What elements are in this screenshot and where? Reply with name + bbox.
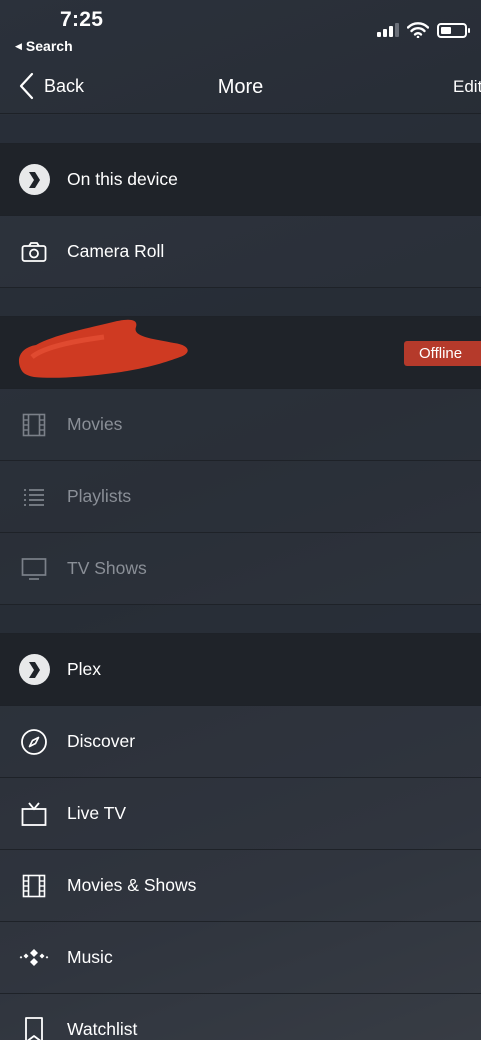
list-item-label: Discover	[67, 731, 136, 751]
list-icon	[17, 480, 51, 514]
navigation-bar: Back More Edit	[0, 62, 481, 114]
section-header-plex[interactable]: Plex	[0, 634, 481, 706]
redacted-server-name	[18, 319, 188, 378]
bookmark-icon	[17, 1013, 51, 1040]
section-spacer	[0, 605, 481, 634]
list-item-playlists[interactable]: Playlists	[0, 461, 481, 533]
list-item-camera-roll[interactable]: Camera Roll	[0, 216, 481, 288]
back-to-app-label: Search	[25, 38, 73, 54]
list-item-movies[interactable]: Movies	[0, 389, 481, 461]
status-time: 7:25	[60, 8, 104, 31]
list-item-movies-shows[interactable]: Movies & Shows	[0, 850, 481, 922]
list-item-label: Live TV	[67, 803, 127, 823]
list-item-discover[interactable]: Discover	[0, 706, 481, 778]
back-triangle-icon: ◀	[15, 40, 22, 51]
cellular-signal-icon	[377, 23, 399, 37]
battery-icon	[437, 22, 470, 38]
section-header-server[interactable]: Offline	[0, 317, 481, 389]
list-item-label: Watchlist	[67, 1019, 138, 1039]
tv-icon	[17, 797, 51, 831]
film-icon	[17, 408, 51, 442]
list-item-label: Camera Roll	[67, 241, 165, 261]
offline-status-badge: Offline	[404, 341, 481, 366]
status-bar: 7:25 ◀ Search	[0, 0, 481, 62]
compass-icon	[17, 725, 51, 759]
section-header-device[interactable]: On this device	[0, 144, 481, 216]
status-icons	[377, 22, 470, 38]
list-item-live-tv[interactable]: Live TV	[0, 778, 481, 850]
page-title: More	[217, 76, 264, 98]
more-list: On this device Camera Roll Offline Movie…	[0, 115, 481, 1040]
list-item-music[interactable]: Music	[0, 922, 481, 994]
back-to-app-button[interactable]: ◀ Search	[15, 38, 73, 54]
edit-button[interactable]: Edit	[453, 77, 481, 97]
list-item-label: Movies & Shows	[67, 875, 197, 895]
plex-chevron-icon	[17, 163, 51, 197]
section-spacer	[0, 115, 481, 144]
film-icon	[17, 869, 51, 903]
list-item-label: TV Shows	[67, 558, 147, 578]
list-item-watchlist[interactable]: Watchlist	[0, 994, 481, 1040]
camera-icon	[17, 235, 51, 269]
list-item-label: Movies	[67, 414, 123, 434]
music-dots-icon	[17, 941, 51, 975]
list-item-label: Playlists	[67, 486, 132, 506]
section-header-label: On this device	[67, 169, 178, 189]
monitor-icon	[17, 552, 51, 586]
section-header-label: Plex	[67, 659, 102, 679]
wifi-icon	[407, 22, 429, 38]
list-item-label: Music	[67, 947, 113, 967]
list-item-tv-shows[interactable]: TV Shows	[0, 533, 481, 605]
section-spacer	[0, 288, 481, 317]
plex-chevron-icon	[17, 653, 51, 687]
